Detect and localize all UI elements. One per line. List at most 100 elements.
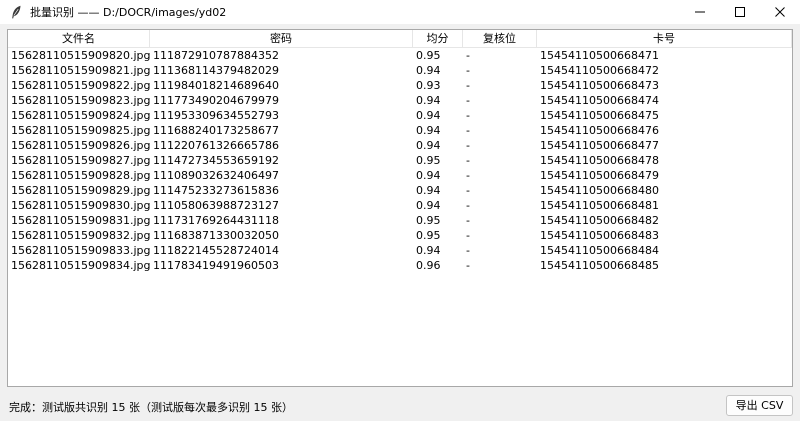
cell-score: 0.95 (416, 229, 441, 242)
cell-review: - (466, 79, 470, 92)
table-row[interactable]: 15628110515909827.jpg 111472734553659192 0… (8, 153, 792, 168)
cell-card-number: 15454110500668482 (540, 214, 659, 227)
cell-password: 111368114379482029 (153, 64, 279, 77)
cell-filename: 15628110515909828.jpg (11, 169, 150, 182)
column-header-card-number[interactable]: 卡号 (537, 30, 792, 47)
cell-filename: 15628110515909820.jpg (11, 49, 150, 62)
cell-card-number: 15454110500668479 (540, 169, 659, 182)
table-row[interactable]: 15628110515909831.jpg 111731769264431118 0… (8, 213, 792, 228)
cell-password: 111953309634552793 (153, 109, 279, 122)
close-icon[interactable] (760, 0, 800, 24)
table-row[interactable]: 15628110515909824.jpg 111953309634552793 0… (8, 108, 792, 123)
minimize-icon[interactable] (680, 0, 720, 24)
cell-password: 111683871330032050 (153, 229, 279, 242)
export-csv-button[interactable]: 导出 CSV (726, 395, 793, 416)
cell-password: 111220761326665786 (153, 139, 279, 152)
results-table[interactable]: 文件名 密码 均分 复核位 卡号 15628110515909820.jpg 11… (7, 29, 793, 387)
cell-score: 0.94 (416, 244, 441, 257)
cell-filename: 15628110515909831.jpg (11, 214, 150, 227)
cell-card-number: 15454110500668472 (540, 64, 659, 77)
cell-password: 111822145528724014 (153, 244, 279, 257)
table-row[interactable]: 15628110515909823.jpg 111773490204679979 0… (8, 93, 792, 108)
cell-password: 111783419491960503 (153, 259, 279, 272)
cell-score: 0.94 (416, 64, 441, 77)
title-bar: 批量识别 —— D:/DOCR/images/yd02 (0, 0, 800, 24)
cell-score: 0.95 (416, 49, 441, 62)
cell-review: - (466, 109, 470, 122)
cell-password: 111731769264431118 (153, 214, 279, 227)
cell-score: 0.94 (416, 199, 441, 212)
table-row[interactable]: 15628110515909828.jpg 111089032632406497 0… (8, 168, 792, 183)
table-header: 文件名 密码 均分 复核位 卡号 (8, 30, 792, 48)
cell-password: 111058063988723127 (153, 199, 279, 212)
cell-review: - (466, 184, 470, 197)
cell-filename: 15628110515909830.jpg (11, 199, 150, 212)
cell-review: - (466, 94, 470, 107)
cell-score: 0.93 (416, 79, 441, 92)
table-row[interactable]: 15628110515909832.jpg 111683871330032050 0… (8, 228, 792, 243)
cell-review: - (466, 229, 470, 242)
cell-score: 0.96 (416, 259, 441, 272)
cell-review: - (466, 169, 470, 182)
cell-review: - (466, 139, 470, 152)
cell-card-number: 15454110500668485 (540, 259, 659, 272)
cell-review: - (466, 124, 470, 137)
cell-card-number: 15454110500668478 (540, 154, 659, 167)
cell-password: 111089032632406497 (153, 169, 279, 182)
column-header-password[interactable]: 密码 (150, 30, 413, 47)
cell-score: 0.95 (416, 154, 441, 167)
table-row[interactable]: 15628110515909829.jpg 111475233273615836 0… (8, 183, 792, 198)
table-row[interactable]: 15628110515909833.jpg 111822145528724014 0… (8, 243, 792, 258)
column-header-score[interactable]: 均分 (413, 30, 463, 47)
cell-review: - (466, 244, 470, 257)
table-row[interactable]: 15628110515909821.jpg 111368114379482029 0… (8, 63, 792, 78)
cell-filename: 15628110515909824.jpg (11, 109, 150, 122)
status-bar: 完成：测试版共识别 15 张（测试版每次最多识别 15 张） 导出 CSV (0, 395, 800, 417)
cell-score: 0.94 (416, 139, 441, 152)
table-row[interactable]: 15628110515909822.jpg 111984018214689640 0… (8, 78, 792, 93)
cell-filename: 15628110515909822.jpg (11, 79, 150, 92)
status-text: 完成：测试版共识别 15 张（测试版每次最多识别 15 张） (9, 401, 293, 414)
cell-review: - (466, 49, 470, 62)
cell-password: 111472734553659192 (153, 154, 279, 167)
cell-review: - (466, 214, 470, 227)
maximize-icon[interactable] (720, 0, 760, 24)
cell-card-number: 15454110500668474 (540, 94, 659, 107)
cell-card-number: 15454110500668484 (540, 244, 659, 257)
window-title: 批量识别 —— D:/DOCR/images/yd02 (30, 6, 227, 19)
cell-score: 0.94 (416, 109, 441, 122)
cell-filename: 15628110515909833.jpg (11, 244, 150, 257)
table-row[interactable]: 15628110515909820.jpg 111872910787884352 0… (8, 48, 792, 63)
cell-score: 0.94 (416, 94, 441, 107)
window-controls (680, 0, 800, 24)
cell-card-number: 15454110500668481 (540, 199, 659, 212)
cell-review: - (466, 64, 470, 77)
cell-card-number: 15454110500668477 (540, 139, 659, 152)
cell-password: 111984018214689640 (153, 79, 279, 92)
cell-filename: 15628110515909832.jpg (11, 229, 150, 242)
cell-score: 0.94 (416, 124, 441, 137)
cell-score: 0.94 (416, 169, 441, 182)
cell-review: - (466, 154, 470, 167)
column-header-filename[interactable]: 文件名 (8, 30, 150, 47)
cell-card-number: 15454110500668483 (540, 229, 659, 242)
cell-filename: 15628110515909821.jpg (11, 64, 150, 77)
cell-score: 0.94 (416, 184, 441, 197)
table-row[interactable]: 15628110515909830.jpg 111058063988723127 0… (8, 198, 792, 213)
cell-card-number: 15454110500668480 (540, 184, 659, 197)
cell-password: 111872910787884352 (153, 49, 279, 62)
table-row[interactable]: 15628110515909834.jpg 111783419491960503 0… (8, 258, 792, 273)
table-row[interactable]: 15628110515909825.jpg 111688240173258677 0… (8, 123, 792, 138)
table-row[interactable]: 15628110515909826.jpg 111220761326665786 0… (8, 138, 792, 153)
cell-review: - (466, 259, 470, 272)
cell-filename: 15628110515909829.jpg (11, 184, 150, 197)
cell-filename: 15628110515909826.jpg (11, 139, 150, 152)
cell-filename: 15628110515909825.jpg (11, 124, 150, 137)
column-header-review[interactable]: 复核位 (463, 30, 537, 47)
feather-icon (9, 5, 23, 19)
cell-filename: 15628110515909827.jpg (11, 154, 150, 167)
cell-card-number: 15454110500668471 (540, 49, 659, 62)
cell-filename: 15628110515909834.jpg (11, 259, 150, 272)
cell-password: 111475233273615836 (153, 184, 279, 197)
cell-card-number: 15454110500668476 (540, 124, 659, 137)
